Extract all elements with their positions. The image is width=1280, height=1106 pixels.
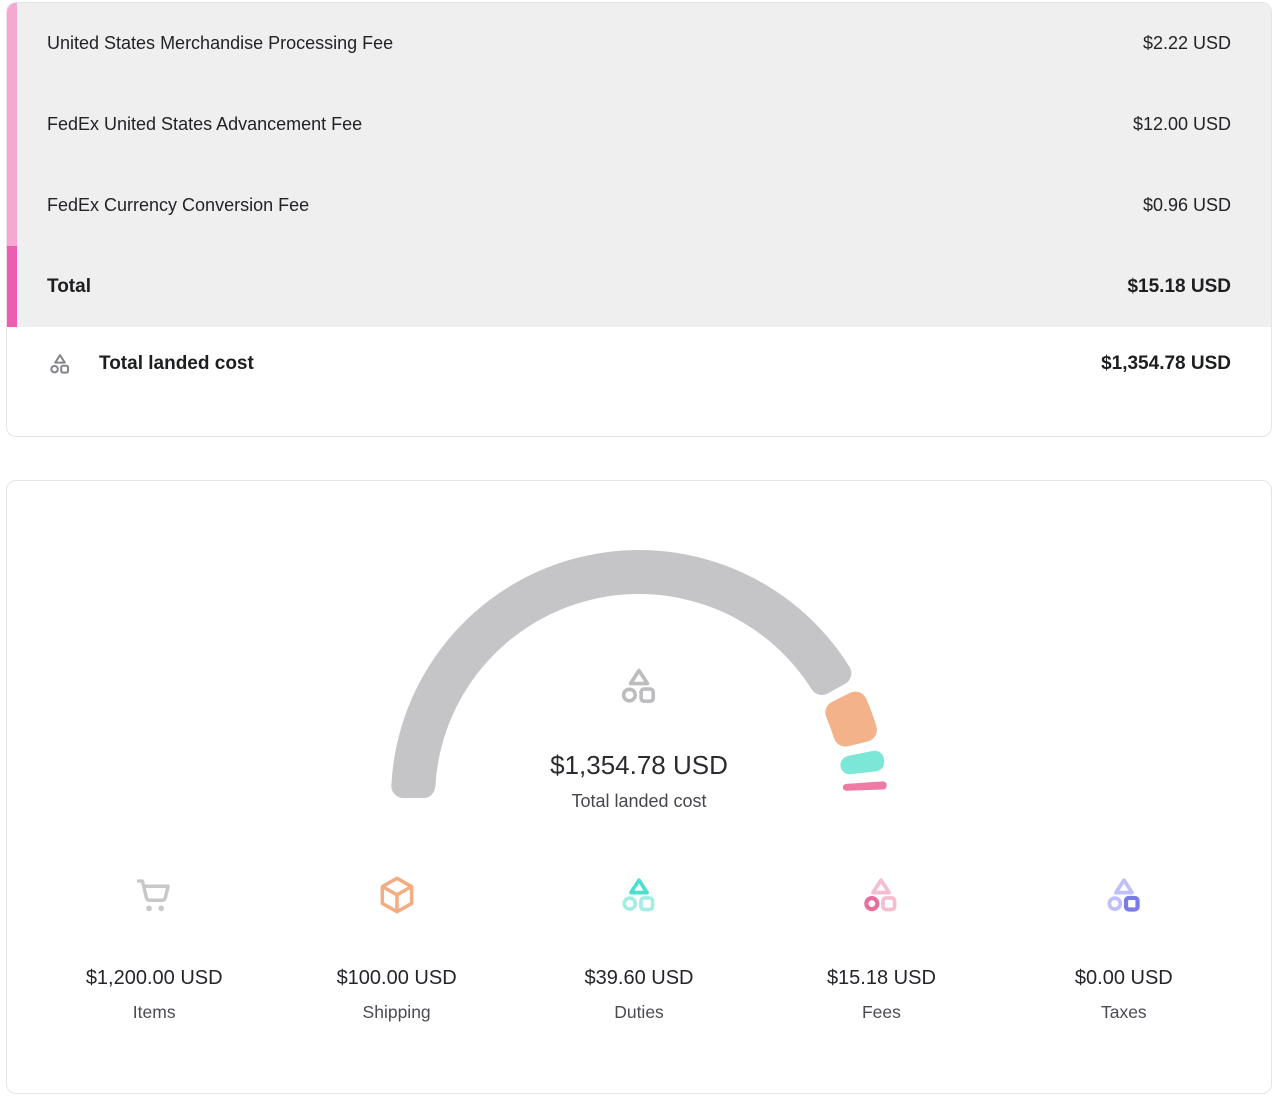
- fee-label: United States Merchandise Processing Fee: [47, 33, 393, 54]
- fee-breakdown-card: United States Merchandise Processing Fee…: [6, 2, 1272, 437]
- stat-duties: $39.60 USD Duties: [518, 873, 760, 1023]
- stat-label: Shipping: [275, 1001, 517, 1023]
- fee-label: FedEx Currency Conversion Fee: [47, 195, 309, 216]
- stat-taxes: $0.00 USD Taxes: [1003, 873, 1245, 1023]
- fee-label: FedEx United States Advancement Fee: [47, 114, 362, 135]
- fee-value: $12.00 USD: [1133, 114, 1231, 135]
- stat-value: $1,200.00 USD: [33, 966, 275, 990]
- landed-cost-chart-card: $1,354.78 USD Total landed cost $1,200.0…: [6, 480, 1272, 1094]
- stat-items: $1,200.00 USD Items: [33, 873, 275, 1023]
- fee-value: $0.96 USD: [1143, 195, 1231, 216]
- stat-label: Fees: [760, 1001, 1002, 1023]
- fee-total-value: $15.18 USD: [1127, 276, 1231, 298]
- cart-icon: [132, 873, 176, 917]
- stat-value: $15.18 USD: [760, 966, 1002, 990]
- total-landed-cost-row: Total landed cost $1,354.78 USD: [7, 327, 1271, 377]
- stat-label: Items: [33, 1001, 275, 1023]
- fee-value: $2.22 USD: [1143, 33, 1231, 54]
- table-row: FedEx United States Advancement Fee $12.…: [7, 84, 1271, 165]
- stat-label: Duties: [518, 1001, 760, 1023]
- total-landed-cost-label: Total landed cost: [99, 353, 254, 375]
- landed-cost-shapes-icon: [47, 351, 73, 377]
- fees-shapes-icon: [859, 873, 903, 917]
- fee-total-row: Total $15.18 USD: [7, 246, 1271, 327]
- package-icon: [375, 873, 419, 917]
- fee-total-label: Total: [47, 276, 91, 298]
- taxes-shapes-icon: [1102, 873, 1146, 917]
- gauge-center: $1,354.78 USD Total landed cost: [7, 663, 1271, 813]
- stat-value: $100.00 USD: [275, 966, 517, 990]
- gauge-center-value: $1,354.78 USD: [7, 750, 1271, 780]
- stat-shipping: $100.00 USD Shipping: [275, 873, 517, 1023]
- total-landed-cost-value: $1,354.78 USD: [1101, 353, 1231, 375]
- gauge-center-label: Total landed cost: [7, 789, 1271, 813]
- table-row: FedEx Currency Conversion Fee $0.96 USD: [7, 165, 1271, 246]
- stat-value: $0.00 USD: [1003, 966, 1245, 990]
- stat-label: Taxes: [1003, 1001, 1245, 1023]
- fees-accent-bar-light: [7, 3, 17, 246]
- fee-table: United States Merchandise Processing Fee…: [7, 3, 1271, 327]
- table-row: United States Merchandise Processing Fee…: [7, 3, 1271, 84]
- stat-value: $39.60 USD: [518, 966, 760, 990]
- fees-accent-bar-dark: [7, 246, 17, 327]
- cost-stats-row: $1,200.00 USD Items $100.00 USD Shipping: [33, 873, 1245, 1023]
- landed-cost-shapes-icon: [616, 663, 662, 709]
- duties-shapes-icon: [617, 873, 661, 917]
- stat-fees: $15.18 USD Fees: [760, 873, 1002, 1023]
